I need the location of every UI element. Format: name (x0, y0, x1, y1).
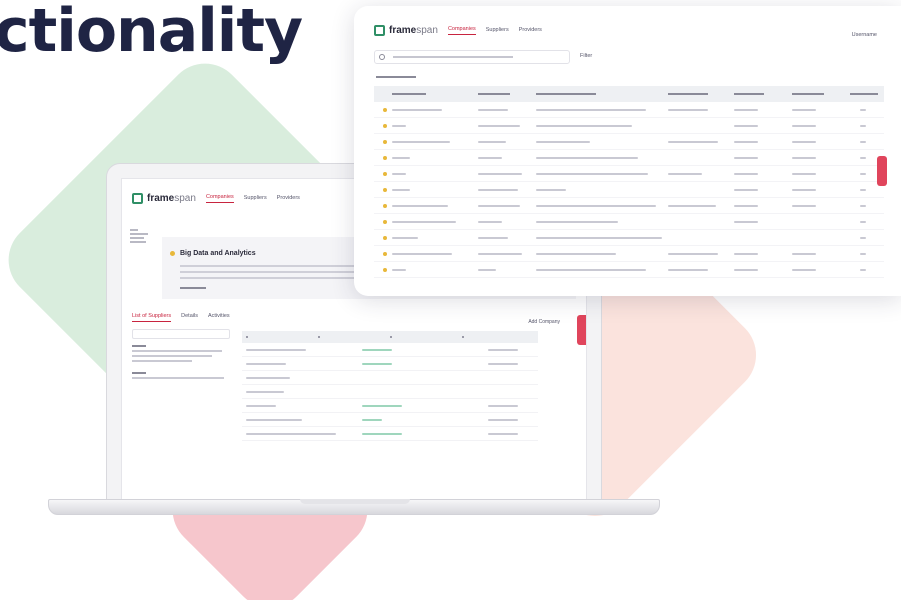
laptop-app-header: framespan Companies Suppliers Providers (132, 193, 300, 204)
table-row[interactable] (374, 118, 884, 134)
company-logo (130, 229, 148, 245)
banner-title: Big Data and Analytics (180, 250, 256, 257)
panel-tab-companies[interactable]: Companies (447, 26, 476, 35)
headline: ctionality (0, 0, 303, 66)
results-count (376, 76, 416, 78)
laptop-supplier-table (242, 331, 538, 441)
laptop-tab-suppliers[interactable]: Suppliers (244, 195, 267, 203)
companies-panel: framespan Companies Suppliers Providers … (354, 6, 901, 296)
search-icon (379, 54, 385, 60)
feedback-tab[interactable] (577, 315, 586, 345)
laptop-filter-sidebar (132, 329, 230, 379)
table-row[interactable] (374, 262, 884, 278)
laptop-notch (300, 499, 410, 504)
panel-app-header: framespan Companies Suppliers Providers (374, 25, 542, 36)
sub-tab-activities[interactable]: Activities (208, 313, 230, 322)
table-row[interactable] (242, 371, 538, 385)
sub-tab-details[interactable]: Details (181, 313, 198, 322)
table-row[interactable] (374, 182, 884, 198)
laptop-tab-providers[interactable]: Providers (277, 195, 300, 203)
feedback-tab[interactable] (877, 156, 887, 186)
brand-icon (132, 193, 143, 204)
table-row[interactable] (374, 198, 884, 214)
filter-button[interactable]: Filter (580, 53, 592, 59)
table-row[interactable] (242, 399, 538, 413)
table-row[interactable] (374, 246, 884, 262)
table-header (242, 331, 538, 343)
brand-logo: framespan (132, 193, 196, 204)
add-company-button[interactable]: Add Company (528, 319, 560, 325)
table-header (374, 86, 884, 102)
table-row[interactable] (374, 214, 884, 230)
companies-table (374, 86, 884, 278)
table-row[interactable] (242, 343, 538, 357)
user-menu[interactable]: Username (852, 32, 877, 38)
table-row[interactable] (374, 134, 884, 150)
table-row[interactable] (242, 385, 538, 399)
table-row[interactable] (242, 427, 538, 441)
panel-search-input[interactable] (374, 50, 570, 64)
sidebar-search-input[interactable] (132, 329, 230, 339)
panel-tab-providers[interactable]: Providers (519, 27, 542, 35)
laptop-tab-companies[interactable]: Companies (205, 194, 234, 203)
panel-tab-suppliers[interactable]: Suppliers (486, 27, 509, 35)
table-row[interactable] (374, 150, 884, 166)
table-row[interactable] (242, 357, 538, 371)
sub-tab-list-of-suppliers[interactable]: List of Suppliers (132, 313, 172, 322)
table-row[interactable] (374, 102, 884, 118)
table-row[interactable] (242, 413, 538, 427)
star-icon (170, 251, 175, 256)
laptop-sub-tabs: List of Suppliers Details Activities (132, 313, 230, 322)
brand-logo: framespan (374, 25, 438, 36)
brand-icon (374, 25, 385, 36)
table-row[interactable] (374, 166, 884, 182)
table-row[interactable] (374, 230, 884, 246)
